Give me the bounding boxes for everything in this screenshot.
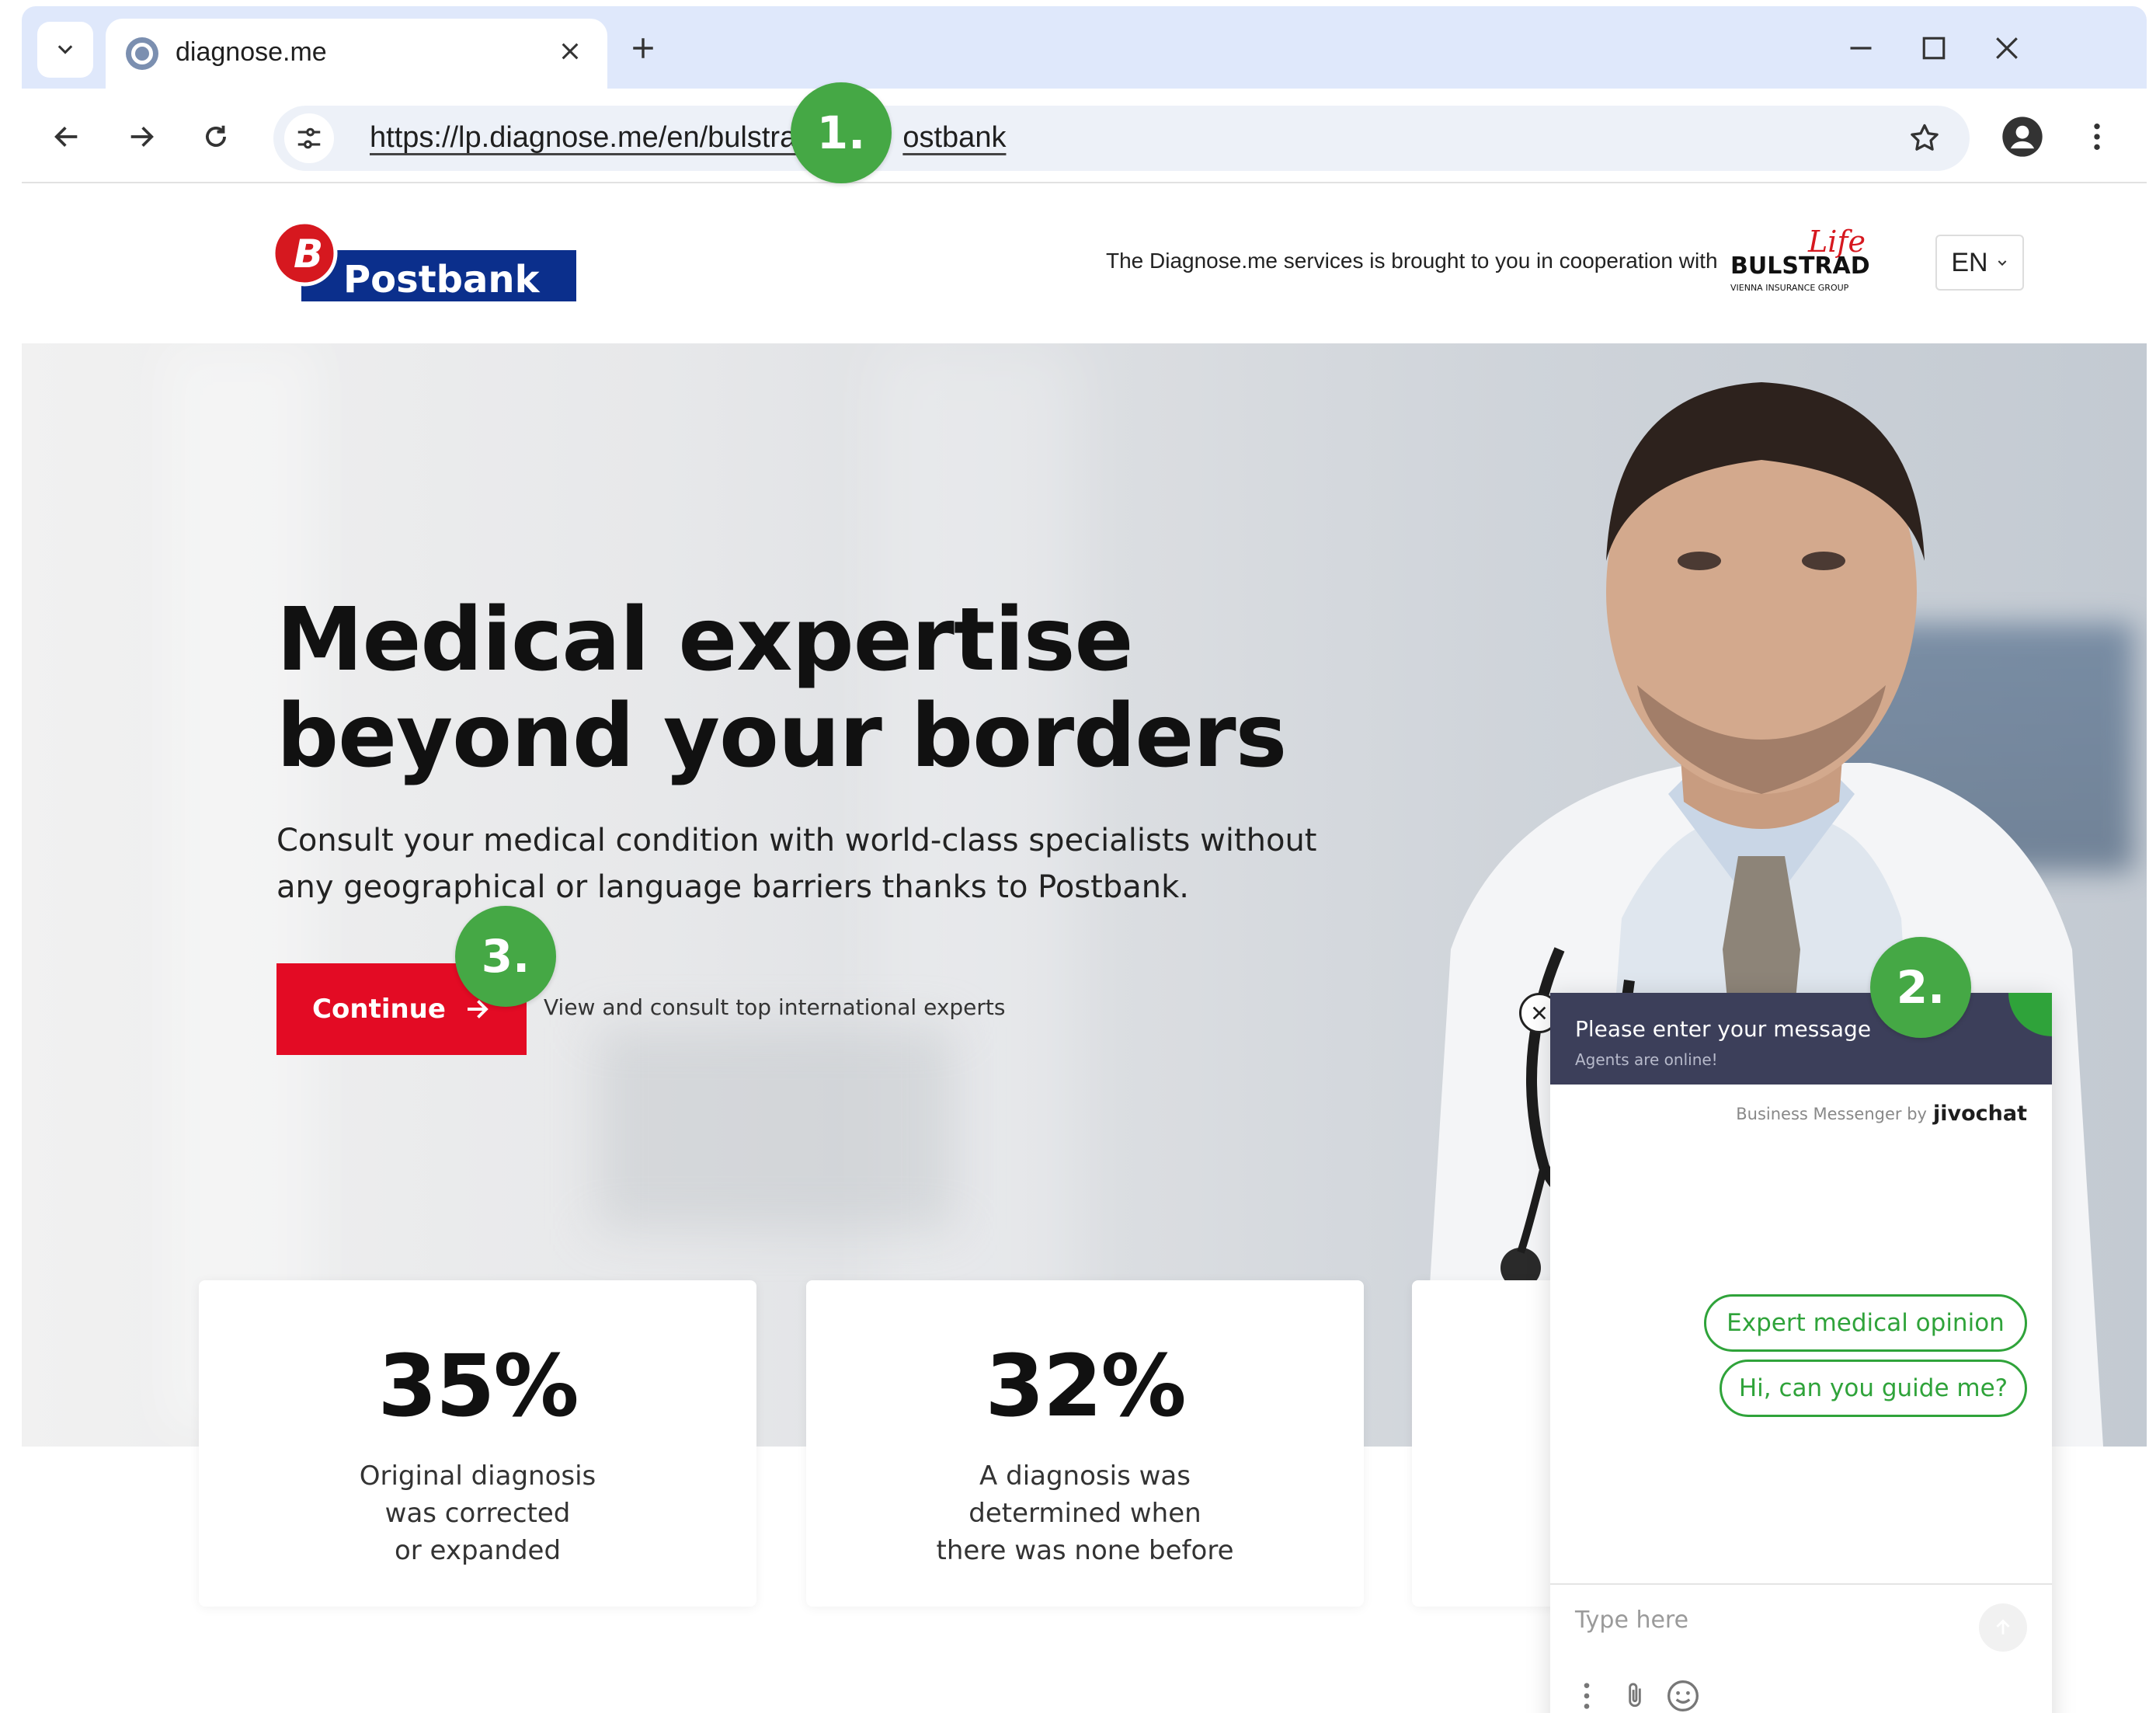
language-label: EN [1951,247,1988,277]
plus-icon [633,38,653,58]
chevron-down-icon [1998,260,2006,266]
chat-message-input[interactable]: Type here [1575,1607,1688,1634]
continue-note: View and consult top international exper… [544,994,1006,1020]
hero-headline: Medical expertise beyond your borders [276,590,1287,787]
chat-online-indicator [2008,993,2052,1036]
chevron-down-icon [57,45,73,54]
stat-card: 32% A diagnosis was determined when ther… [806,1280,1364,1607]
maximize-button[interactable] [1909,23,1959,73]
new-tab-button[interactable] [620,25,666,71]
browser-window: diagnose.me https://lp.diagnose.me/en/bu… [22,6,2147,1713]
arrow-right-icon [130,127,154,147]
quick-reply-guide-me[interactable]: Hi, can you guide me? [1720,1360,2027,1417]
chat-branding: Business Messenger by jivochat [1736,1102,2027,1126]
quick-reply-expert-opinion[interactable]: Expert medical opinion [1704,1294,2027,1352]
tab-search-button[interactable] [37,22,93,78]
chat-header: Please enter your message Agents are onl… [1550,993,2052,1085]
emoji-icon[interactable] [1664,1676,1702,1713]
logo-text: Postbank [343,258,541,301]
annotation-badge-3: 3. [455,906,556,1007]
send-button[interactable] [1979,1603,2027,1652]
minimize-icon [1850,47,1872,50]
bulstrad-logo[interactable]: Life BULSTRAD VIENNA INSURANCE GROUP [1730,225,1886,303]
language-select[interactable]: EN [1935,235,2024,291]
reload-button[interactable] [191,112,241,162]
arrow-up-icon [1996,1619,2010,1635]
url-text[interactable]: https://lp.diagnose.me/en/bulstrad ostban… [370,121,1006,155]
chat-widget: Please enter your message Agents are onl… [1550,993,2052,1713]
tab-close-icon[interactable] [553,34,587,68]
svg-text:VIENNA INSURANCE GROUP: VIENNA INSURANCE GROUP [1730,283,1849,293]
tab-title: diagnose.me [176,37,327,67]
back-button[interactable] [42,112,92,162]
chat-status: Agents are online! [1575,1050,1718,1069]
close-window-button[interactable] [1982,23,2032,73]
close-icon [1996,37,2018,59]
profile-avatar-icon[interactable] [1998,112,2047,162]
chat-title: Please enter your message [1575,1016,1872,1042]
stat-value: 32% [985,1336,1186,1436]
stat-value: 35% [377,1336,579,1436]
continue-label: Continue [312,994,446,1025]
attachment-icon[interactable] [1615,1676,1654,1713]
svg-text:B: B [294,232,323,277]
forward-button[interactable] [116,112,166,162]
page-viewport: B Postbank The Diagnose.me services is b… [22,183,2147,1713]
browser-toolbar: https://lp.diagnose.me/en/bulstrad ostban… [22,89,2147,183]
arrow-left-icon [54,127,78,147]
site-settings-icon[interactable] [284,113,334,163]
chat-more-icon[interactable] [1567,1676,1606,1713]
svg-text:BULSTRAD: BULSTRAD [1730,252,1870,280]
hero-subheadline: Consult your medical condition with worl… [276,823,1317,905]
tab-diagnose[interactable]: diagnose.me [106,19,607,90]
minimize-button[interactable] [1836,23,1886,73]
annotation-badge-2: 2. [1870,937,1971,1038]
browser-menu-icon[interactable] [2072,112,2122,162]
bookmark-star-icon[interactable] [1900,113,1949,163]
close-icon [1532,1006,1546,1020]
cooperation-text: The Diagnose.me services is brought to y… [1106,249,1718,273]
address-bar[interactable]: https://lp.diagnose.me/en/bulstrad ostban… [273,106,1970,171]
reload-icon [206,125,226,147]
stat-description: Original diagnosis was corrected or expa… [359,1461,596,1566]
postbank-logo[interactable]: B Postbank [270,219,581,305]
jivochat-logo: jivochat [1932,1102,2027,1126]
stat-card: 35% Original diagnosis was corrected or … [199,1280,756,1607]
annotation-badge-1: 1. [791,82,892,183]
screen: diagnose.me https://lp.diagnose.me/en/bu… [0,0,2156,1713]
maximize-icon [1922,37,1946,60]
stat-description: A diagnosis was determined when there wa… [936,1461,1234,1566]
site-favicon-icon [126,37,158,70]
tab-strip: diagnose.me [22,6,2147,90]
site-header: B Postbank The Diagnose.me services is b… [22,183,2147,343]
